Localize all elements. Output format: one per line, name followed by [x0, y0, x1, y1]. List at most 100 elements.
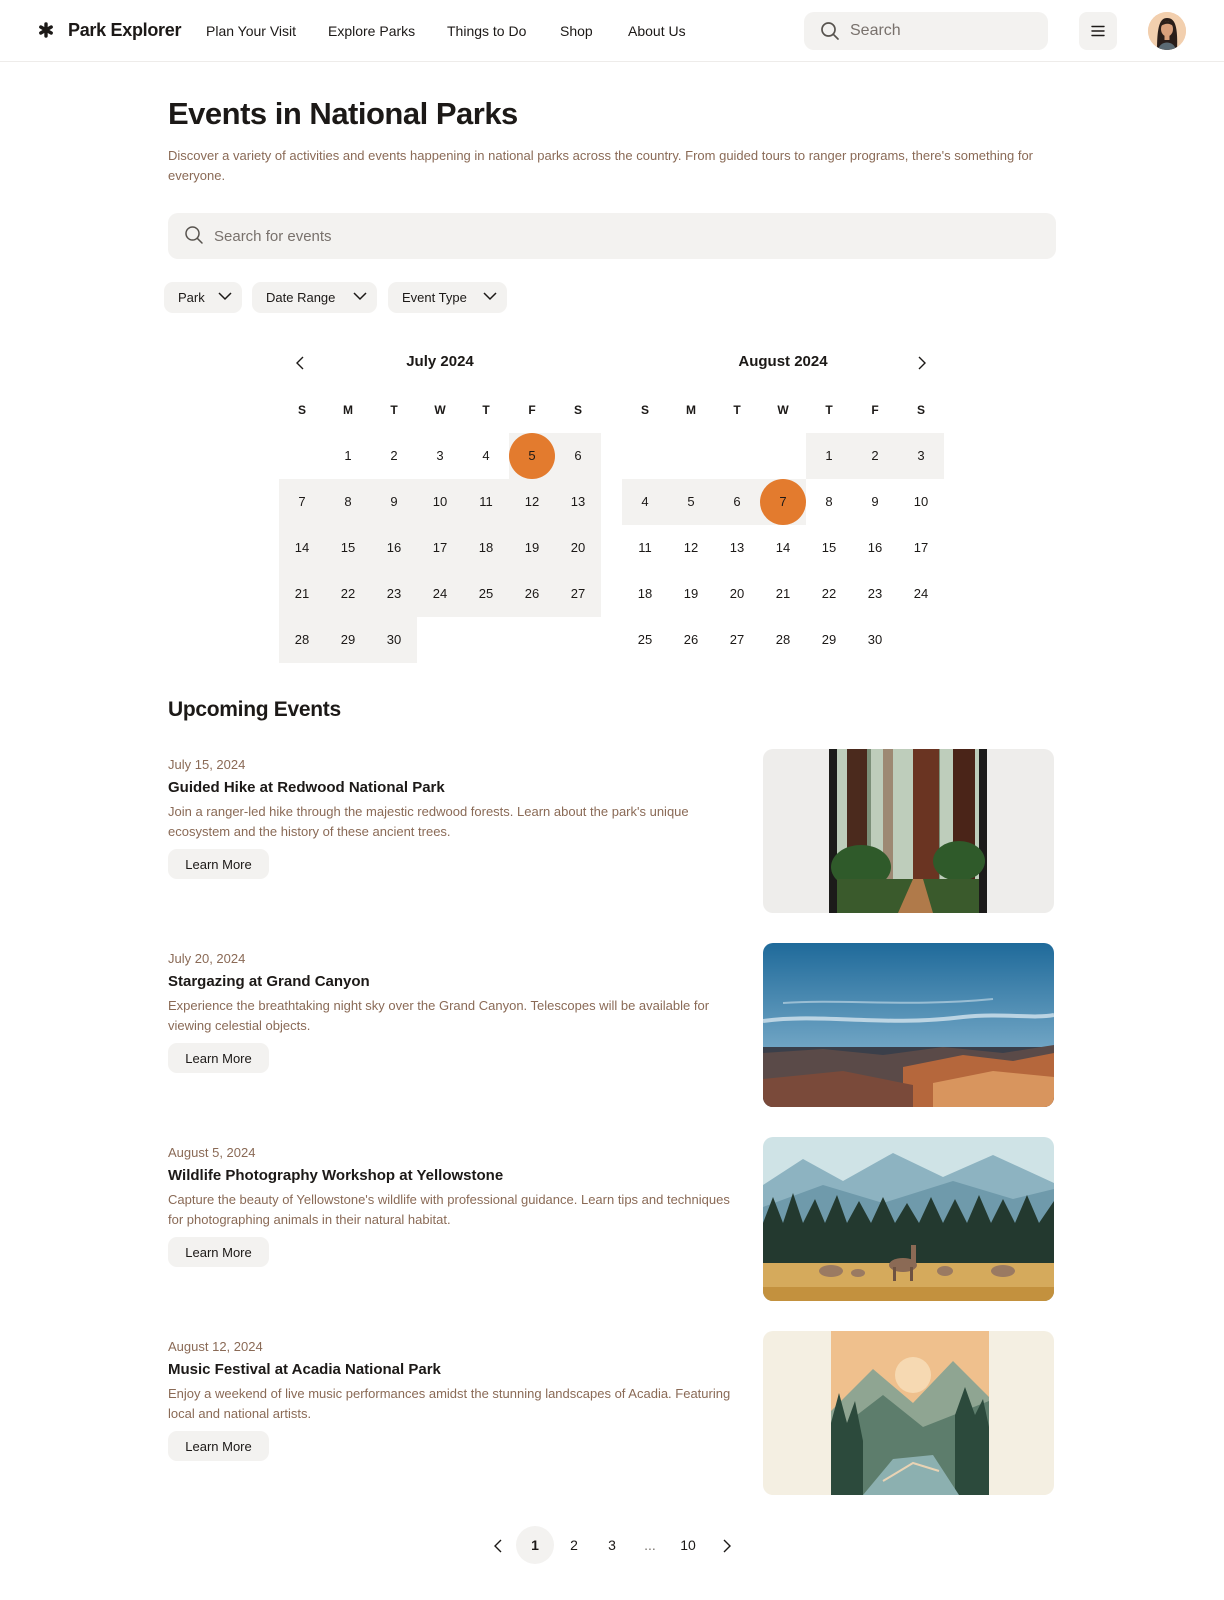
calendar-day[interactable]: 10 [898, 479, 944, 525]
asterisk-logo-icon[interactable] [38, 22, 54, 38]
calendar-day[interactable]: 5 [668, 479, 714, 525]
calendar-day[interactable]: 21 [279, 571, 325, 617]
event-title[interactable]: Stargazing at Grand Canyon [168, 973, 370, 990]
calendar-day[interactable]: 13 [714, 525, 760, 571]
pagination-page-10[interactable]: 10 [672, 1526, 704, 1564]
nav-link-shop[interactable]: Shop [560, 23, 593, 39]
yellowstone-image[interactable] [763, 1137, 1054, 1301]
event-title[interactable]: Guided Hike at Redwood National Park [168, 779, 445, 796]
calendar-day[interactable]: 23 [852, 571, 898, 617]
calendar-day[interactable]: 23 [371, 571, 417, 617]
calendar-day[interactable]: 16 [371, 525, 417, 571]
calendar-weekday: W [434, 403, 446, 417]
calendar-day[interactable]: 4 [463, 433, 509, 479]
calendar-day[interactable]: 19 [668, 571, 714, 617]
calendar-day[interactable]: 7 [279, 479, 325, 525]
learn-more-button[interactable]: Learn More [168, 1043, 269, 1073]
calendar-day[interactable]: 14 [279, 525, 325, 571]
calendar-day[interactable]: 27 [555, 571, 601, 617]
calendar-day[interactable]: 1 [806, 433, 852, 479]
calendar-day[interactable]: 25 [622, 617, 668, 663]
calendar-day[interactable]: 15 [325, 525, 371, 571]
calendar-day[interactable]: 9 [852, 479, 898, 525]
pagination-ellipsis: ... [644, 1537, 656, 1553]
calendar-day[interactable]: 30 [852, 617, 898, 663]
brand-name[interactable]: Park Explorer [68, 20, 181, 41]
calendar-day[interactable]: 24 [898, 571, 944, 617]
calendar-weekday: T [733, 403, 741, 417]
global-search-input[interactable] [850, 12, 1040, 50]
learn-more-button[interactable]: Learn More [168, 1431, 269, 1461]
pagination-page-1[interactable]: 1 [516, 1526, 554, 1564]
global-search[interactable] [804, 12, 1048, 50]
calendar-day[interactable]: 8 [325, 479, 371, 525]
calendar-day-selected[interactable]: 5 [509, 433, 555, 479]
calendar-next-button[interactable] [908, 349, 936, 377]
nav-link-plan-your-visit[interactable]: Plan Your Visit [206, 23, 296, 39]
filter-date-range[interactable]: Date Range [252, 282, 377, 313]
calendar-day[interactable]: 26 [509, 571, 555, 617]
redwood-forest-image[interactable] [763, 749, 1054, 913]
pagination-page-3[interactable]: 3 [598, 1526, 626, 1564]
event-search-input[interactable] [214, 213, 1034, 259]
pagination-next-button[interactable] [712, 1526, 740, 1564]
user-avatar[interactable] [1148, 12, 1186, 50]
calendar-day[interactable]: 9 [371, 479, 417, 525]
calendar-day[interactable]: 12 [668, 525, 714, 571]
calendar-day[interactable]: 24 [417, 571, 463, 617]
calendar-day[interactable]: 19 [509, 525, 555, 571]
nav-link-explore-parks[interactable]: Explore Parks [328, 23, 415, 39]
calendar-day[interactable]: 21 [760, 571, 806, 617]
calendar-day[interactable]: 8 [806, 479, 852, 525]
calendar-day[interactable]: 28 [279, 617, 325, 663]
menu-button[interactable] [1079, 12, 1117, 50]
calendar-day[interactable]: 22 [325, 571, 371, 617]
nav-link-things-to-do[interactable]: Things to Do [447, 23, 526, 39]
calendar-day[interactable]: 3 [898, 433, 944, 479]
calendar-day[interactable]: 16 [852, 525, 898, 571]
calendar-day[interactable]: 26 [668, 617, 714, 663]
grand-canyon-image[interactable] [763, 943, 1054, 1107]
event-search[interactable] [168, 213, 1056, 259]
calendar-day[interactable]: 2 [852, 433, 898, 479]
calendar-day-selected[interactable]: 7 [760, 479, 806, 525]
calendar-day[interactable]: 4 [622, 479, 668, 525]
calendar-day[interactable]: 11 [463, 479, 509, 525]
calendar-day[interactable]: 18 [622, 571, 668, 617]
calendar-day[interactable]: 25 [463, 571, 509, 617]
event-card: August 12, 2024 Music Festival at Acadia… [168, 1331, 1056, 1495]
calendar-day[interactable]: 30 [371, 617, 417, 663]
calendar-day[interactable]: 27 [714, 617, 760, 663]
learn-more-button[interactable]: Learn More [168, 849, 269, 879]
calendar-day[interactable]: 2 [371, 433, 417, 479]
calendar-day[interactable]: 13 [555, 479, 601, 525]
calendar-day[interactable]: 22 [806, 571, 852, 617]
calendar-day[interactable]: 12 [509, 479, 555, 525]
pagination-page-2[interactable]: 2 [560, 1526, 588, 1564]
filter-park[interactable]: Park [164, 282, 242, 313]
event-title[interactable]: Wildlife Photography Workshop at Yellows… [168, 1167, 503, 1184]
calendar-day[interactable]: 15 [806, 525, 852, 571]
acadia-image[interactable] [763, 1331, 1054, 1495]
calendar-day[interactable]: 6 [714, 479, 760, 525]
calendar-day[interactable]: 20 [555, 525, 601, 571]
nav-link-about-us[interactable]: About Us [628, 23, 686, 39]
calendar-day[interactable]: 17 [417, 525, 463, 571]
learn-more-button[interactable]: Learn More [168, 1237, 269, 1267]
calendar-day[interactable]: 14 [760, 525, 806, 571]
calendar-day[interactable]: 28 [760, 617, 806, 663]
calendar-day[interactable]: 1 [325, 433, 371, 479]
page-description: Discover a variety of activities and eve… [168, 148, 1034, 183]
event-title[interactable]: Music Festival at Acadia National Park [168, 1361, 441, 1378]
calendar-day[interactable]: 29 [806, 617, 852, 663]
calendar-day[interactable]: 11 [622, 525, 668, 571]
calendar-day[interactable]: 20 [714, 571, 760, 617]
calendar-day[interactable]: 3 [417, 433, 463, 479]
calendar-day[interactable]: 18 [463, 525, 509, 571]
calendar-day[interactable]: 10 [417, 479, 463, 525]
pagination-prev-button[interactable] [484, 1526, 512, 1564]
calendar-day[interactable]: 6 [555, 433, 601, 479]
calendar-day[interactable]: 29 [325, 617, 371, 663]
filter-event-type[interactable]: Event Type [388, 282, 507, 313]
calendar-day[interactable]: 17 [898, 525, 944, 571]
